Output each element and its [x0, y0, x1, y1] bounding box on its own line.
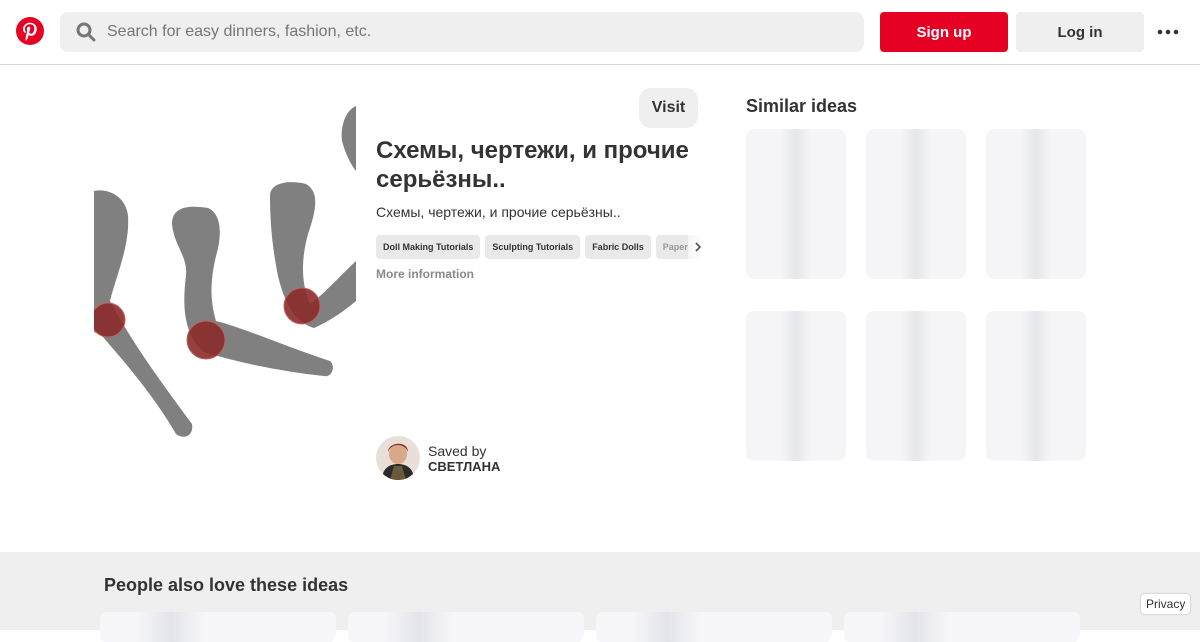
tag-list: Doll Making Tutorials Sculpting Tutorial…: [376, 235, 703, 259]
idea-card-placeholder[interactable]: [100, 612, 336, 642]
ellipsis-icon[interactable]: [1156, 22, 1180, 42]
similar-ideas-title: Similar ideas: [746, 96, 858, 116]
idea-card-placeholder[interactable]: [596, 612, 832, 642]
idea-card-placeholder[interactable]: [348, 612, 584, 642]
avatar[interactable]: [376, 436, 420, 480]
privacy-button[interactable]: Privacy: [1141, 594, 1191, 614]
pinterest-logo-icon[interactable]: [16, 17, 44, 45]
search-input[interactable]: [107, 23, 807, 41]
tag-chip[interactable]: Doll Making Tutorials: [376, 235, 481, 259]
similar-idea-placeholder[interactable]: [986, 129, 1086, 279]
more-information-link[interactable]: More information: [376, 267, 474, 281]
similar-idea-placeholder[interactable]: [866, 129, 966, 279]
top-header: Sign up Log in: [0, 0, 1200, 65]
search-icon: [76, 22, 96, 42]
idea-card-placeholder[interactable]: [844, 612, 1080, 642]
saved-by-label: Saved by: [428, 443, 487, 459]
saver-name[interactable]: СВЕТЛАНА: [428, 459, 500, 474]
similar-idea-placeholder[interactable]: [746, 129, 846, 279]
pin-title: Схемы, чертежи, и прочие серьёзны..: [376, 137, 689, 193]
tag-chip[interactable]: Sculpting Tutorials: [485, 235, 581, 259]
similar-idea-placeholder[interactable]: [746, 311, 846, 461]
user-avatar-icon: [376, 436, 420, 480]
people-also-love-title: People also love these ideas: [104, 575, 349, 595]
sign-up-button[interactable]: Sign up: [880, 12, 1008, 52]
tag-chip[interactable]: Fabric Dolls: [585, 235, 651, 259]
pin-description: Схемы, чертежи, и прочие серьёзны..: [376, 204, 621, 220]
doll-limb-pattern-illustration: [94, 96, 356, 446]
people-also-love-section: People also love these ideas: [0, 552, 1200, 642]
chevron-right-icon[interactable]: [688, 235, 708, 259]
log-in-button[interactable]: Log in: [1016, 12, 1144, 52]
similar-idea-placeholder[interactable]: [866, 311, 966, 461]
search-bar[interactable]: [60, 12, 864, 52]
pin-image[interactable]: [94, 96, 356, 446]
visit-button[interactable]: Visit: [639, 88, 698, 128]
similar-idea-placeholder[interactable]: [986, 311, 1086, 461]
